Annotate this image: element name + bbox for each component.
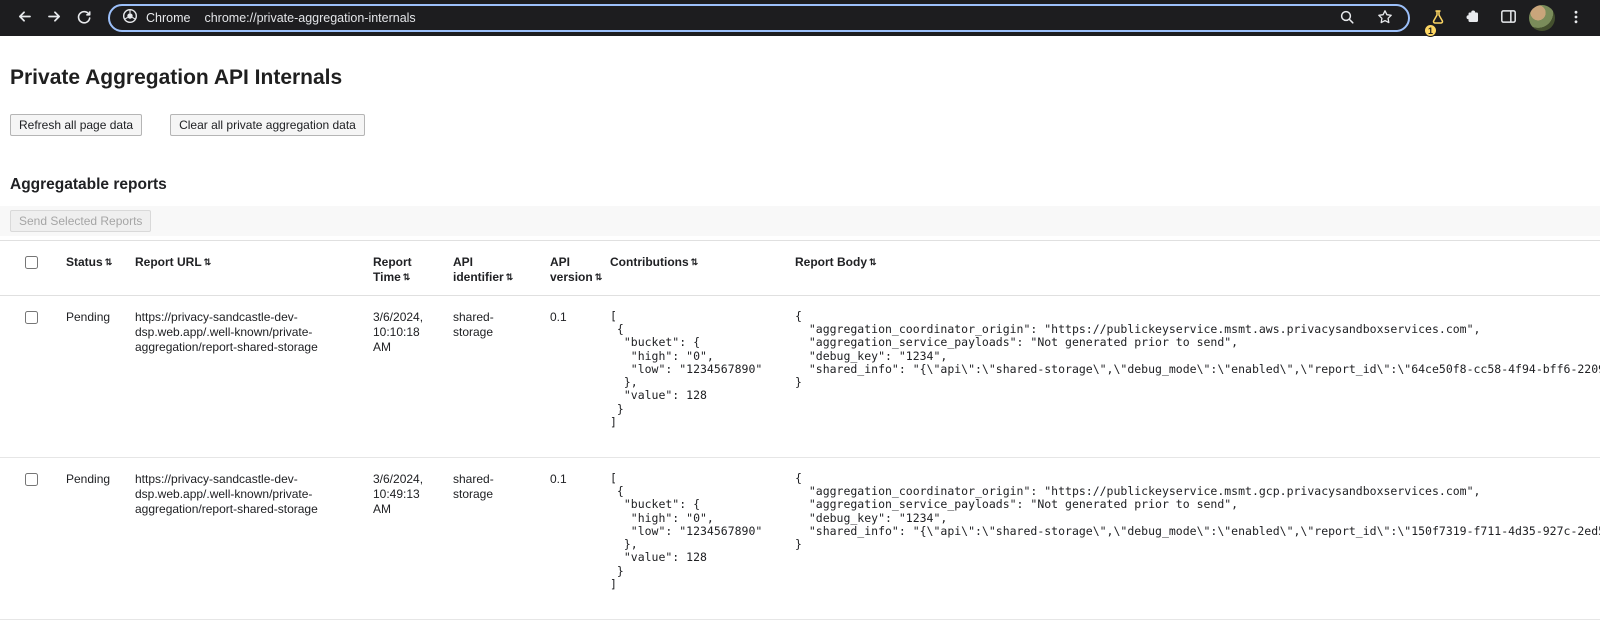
cell-report-url: https://privacy-sandcastle-dev-dsp.web.a… (125, 296, 363, 458)
table-row: Pending https://privacy-sandcastle-dev-d… (0, 296, 1600, 458)
reports-table: Status⇅ Report URL⇅ Report Time⇅ API ide… (0, 240, 1600, 620)
chrome-logo-icon (122, 8, 138, 29)
forward-icon (46, 8, 63, 28)
column-header-report-time[interactable]: Report Time⇅ (363, 241, 443, 296)
toolbar-right-group: 1 (1424, 4, 1590, 32)
cell-status: Pending (56, 296, 125, 458)
star-icon (1377, 9, 1393, 28)
chrome-chip: Chrome (122, 8, 204, 29)
side-panel-icon (1500, 8, 1517, 28)
column-header-report-url[interactable]: Report URL⇅ (125, 241, 363, 296)
refresh-all-button[interactable]: Refresh all page data (10, 114, 142, 136)
row-checkbox[interactable] (25, 311, 38, 324)
row-checkbox[interactable] (25, 473, 38, 486)
sort-icon: ⇅ (506, 272, 514, 282)
top-buttons: Refresh all page data Clear all private … (10, 114, 1590, 136)
puzzle-icon (1465, 9, 1481, 28)
sort-icon: ⇅ (595, 272, 603, 282)
section-title: Aggregatable reports (10, 176, 1590, 194)
extensions-button[interactable] (1459, 4, 1487, 32)
table-row: Pending https://privacy-sandcastle-dev-d… (0, 457, 1600, 619)
refresh-button[interactable] (70, 4, 98, 32)
side-panel-button[interactable] (1494, 4, 1522, 32)
cell-api-version: 0.1 (540, 457, 600, 619)
notification-badge: 1 (1424, 24, 1437, 37)
cell-report-body: { "aggregation_coordinator_origin": "htt… (785, 296, 1600, 458)
cell-contributions: [ { "bucket": { "high": "0", "low": "123… (600, 296, 785, 458)
page-content: Private Aggregation API Internals Refres… (0, 66, 1600, 620)
cell-status: Pending (56, 457, 125, 619)
send-selected-reports-button[interactable]: Send Selected Reports (10, 210, 151, 232)
cell-api-version: 0.1 (540, 296, 600, 458)
cell-contributions: [ { "bucket": { "high": "0", "low": "123… (600, 457, 785, 619)
row-select-cell (0, 296, 56, 458)
table-header-row: Status⇅ Report URL⇅ Report Time⇅ API ide… (0, 241, 1600, 296)
column-header-contributions[interactable]: Contributions⇅ (600, 241, 785, 296)
select-all-cell (0, 241, 56, 296)
chrome-product-label: Chrome (146, 11, 190, 25)
back-icon (16, 8, 33, 28)
clear-all-button[interactable]: Clear all private aggregation data (170, 114, 365, 136)
column-header-api-identifier[interactable]: API identifier⇅ (443, 241, 540, 296)
back-button[interactable] (10, 4, 38, 32)
cell-api-identifier: shared-storage (443, 457, 540, 619)
refresh-icon (76, 9, 92, 28)
menu-button[interactable] (1562, 4, 1590, 32)
bookmark-button[interactable] (1374, 7, 1396, 29)
magnifier-icon (1339, 9, 1355, 28)
zoom-button[interactable] (1336, 7, 1358, 29)
cell-api-identifier: shared-storage (443, 296, 540, 458)
sort-icon: ⇅ (691, 257, 699, 267)
cell-report-url: https://privacy-sandcastle-dev-dsp.web.a… (125, 457, 363, 619)
address-bar[interactable]: Chrome chrome://private-aggregation-inte… (108, 4, 1410, 32)
column-header-api-version[interactable]: API version⇅ (540, 241, 600, 296)
sort-icon: ⇅ (204, 257, 212, 267)
column-header-status[interactable]: Status⇅ (56, 241, 125, 296)
url-text: chrome://private-aggregation-internals (204, 11, 1336, 25)
column-header-report-body[interactable]: Report Body⇅ (785, 241, 1600, 296)
sort-icon: ⇅ (105, 257, 113, 267)
select-all-checkbox[interactable] (25, 256, 38, 269)
sort-icon: ⇅ (403, 272, 411, 282)
kebab-menu-icon (1568, 9, 1584, 28)
profile-avatar[interactable] (1529, 5, 1555, 31)
cell-report-time: 3/6/2024, 10:10:18 AM (363, 296, 443, 458)
send-strip: Send Selected Reports (0, 206, 1600, 236)
page-title: Private Aggregation API Internals (10, 66, 1590, 90)
row-select-cell (0, 457, 56, 619)
cell-report-body: { "aggregation_coordinator_origin": "htt… (785, 457, 1600, 619)
labs-button[interactable]: 1 (1424, 4, 1452, 32)
sort-icon: ⇅ (869, 257, 877, 267)
browser-toolbar: Chrome chrome://private-aggregation-inte… (0, 0, 1600, 36)
forward-button[interactable] (40, 4, 68, 32)
cell-report-time: 3/6/2024, 10:49:13 AM (363, 457, 443, 619)
